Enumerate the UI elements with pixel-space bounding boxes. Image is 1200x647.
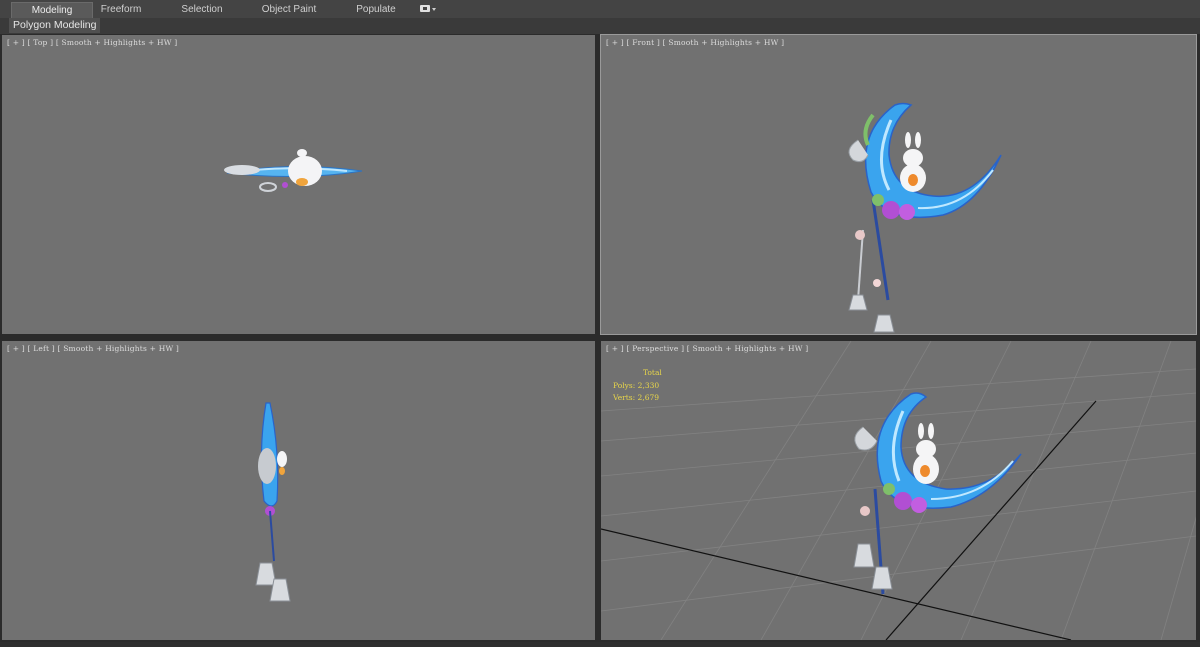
model-front-view (848, 102, 1002, 333)
model-top-view (224, 149, 363, 192)
tab-object-paint[interactable]: Object Paint (252, 2, 326, 17)
model-left-view (255, 402, 291, 602)
tab-freeform[interactable]: Freeform (92, 2, 150, 17)
viewport-perspective[interactable]: [ + ] [ Perspective ] [ Smooth + Highlig… (601, 341, 1196, 640)
perspective-grid (601, 341, 1196, 640)
ribbon: Modeling Freeform Selection Object Paint… (0, 0, 1200, 19)
camera-dropdown-icon[interactable] (419, 4, 437, 14)
tab-polygon-modeling[interactable]: Polygon Modeling (9, 18, 101, 33)
tab-populate[interactable]: Populate (346, 2, 406, 17)
tab-selection[interactable]: Selection (172, 2, 232, 17)
viewport-front[interactable]: [ + ] [ Front ] [ Smooth + Highlights + … (600, 34, 1197, 335)
status-bar (0, 642, 1200, 647)
viewport-top[interactable]: [ + ] [ Top ] [ Smooth + Highlights + HW… (2, 35, 595, 334)
subbar: Polygon Modeling (0, 18, 1200, 34)
viewport-left[interactable]: [ + ] [ Left ] [ Smooth + Highlights + H… (2, 341, 595, 640)
tab-modeling[interactable]: Modeling (11, 2, 93, 18)
